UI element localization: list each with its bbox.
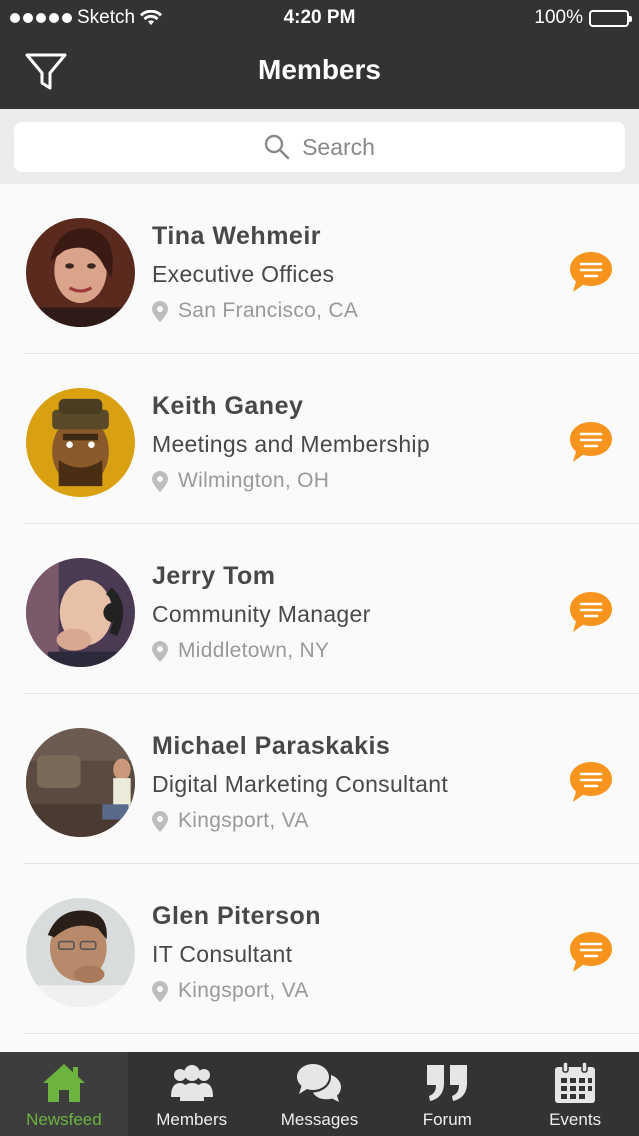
member-location: Kingsport, VA (152, 809, 309, 833)
member-row[interactable]: Michael Paraskakis Digital Marketing Con… (0, 694, 639, 864)
member-row[interactable]: Tina Wehmeir Executive Offices San Franc… (0, 184, 639, 354)
tab-label: Newsfeed (26, 1110, 102, 1129)
quote-icon (427, 1065, 468, 1101)
message-member-icon[interactable] (568, 930, 614, 974)
member-name: Glen Piterson (152, 902, 322, 930)
location-pin-icon (152, 300, 168, 322)
member-location-text: Middletown, NY (178, 639, 330, 662)
member-role: Digital Marketing Consultant (152, 771, 449, 797)
tab-messages[interactable]: Messages (256, 1052, 384, 1136)
chat-bubbles-icon (297, 1064, 342, 1102)
location-pin-icon (152, 470, 168, 492)
member-role: Meetings and Membership (152, 431, 430, 457)
member-location: Middletown, NY (152, 639, 329, 663)
message-member-icon[interactable] (568, 590, 614, 634)
message-member-icon[interactable] (568, 250, 614, 294)
page-title: Members (258, 54, 381, 85)
member-location: Wilmington, OH (152, 469, 329, 493)
member-location-text: Wilmington, OH (178, 469, 330, 492)
tab-label: Forum (422, 1110, 472, 1129)
battery-percentage: 100% (534, 7, 583, 28)
member-avatar (26, 728, 135, 837)
search-placeholder: Search (302, 133, 375, 160)
location-pin-icon (152, 810, 168, 832)
message-member-icon[interactable] (568, 420, 614, 464)
member-name: Keith Ganey (152, 392, 304, 420)
member-row[interactable]: Glen Piterson IT Consultant Kingsport, V… (0, 864, 639, 1034)
tab-newsfeed[interactable]: Newsfeed (0, 1052, 128, 1136)
search-input[interactable]: Search (14, 122, 625, 172)
member-location: San Francisco, CA (152, 299, 358, 323)
member-avatar (26, 218, 135, 327)
members-icon (170, 1065, 213, 1101)
member-role: Community Manager (152, 601, 371, 627)
battery-status: 100% (534, 7, 632, 29)
member-location-text: San Francisco, CA (178, 299, 359, 322)
tab-label: Members (156, 1110, 228, 1129)
member-name: Jerry Tom (152, 562, 276, 590)
row-divider (24, 1033, 639, 1034)
tab-events[interactable]: Events (511, 1052, 639, 1136)
location-pin-icon (152, 980, 168, 1002)
member-role: Executive Offices (152, 261, 335, 287)
member-avatar (26, 558, 135, 667)
member-avatar (26, 898, 135, 1007)
member-location-text: Kingsport, VA (178, 979, 309, 1002)
tab-forum[interactable]: Forum (383, 1052, 511, 1136)
member-row[interactable]: Keith Ganey Meetings and Membership Wilm… (0, 354, 639, 524)
tab-members[interactable]: Members (128, 1052, 256, 1136)
status-bar: Sketch 4:20 PM 100% (0, 0, 639, 36)
member-role: IT Consultant (152, 941, 293, 967)
member-row[interactable]: Jerry Tom Community Manager Middletown, … (0, 524, 639, 694)
tab-label: Events (549, 1110, 602, 1129)
home-icon (42, 1064, 85, 1102)
member-name: Michael Paraskakis (152, 732, 391, 760)
member-location: Kingsport, VA (152, 979, 309, 1003)
battery-icon (589, 9, 632, 27)
member-location-text: Kingsport, VA (178, 809, 309, 832)
search-icon (264, 134, 290, 160)
member-name: Tina Wehmeir (152, 222, 322, 250)
tab-label: Messages (280, 1110, 359, 1129)
calendar-icon (555, 1061, 596, 1103)
search-bar-container: Search (0, 109, 639, 184)
location-pin-icon (152, 640, 168, 662)
members-list: Tina Wehmeir Executive Offices San Franc… (0, 184, 639, 1052)
tab-bar: Newsfeed Members Messages Forum Events (0, 1052, 639, 1136)
navigation-bar: Members (0, 36, 639, 109)
member-avatar (26, 388, 135, 497)
message-member-icon[interactable] (568, 760, 614, 804)
